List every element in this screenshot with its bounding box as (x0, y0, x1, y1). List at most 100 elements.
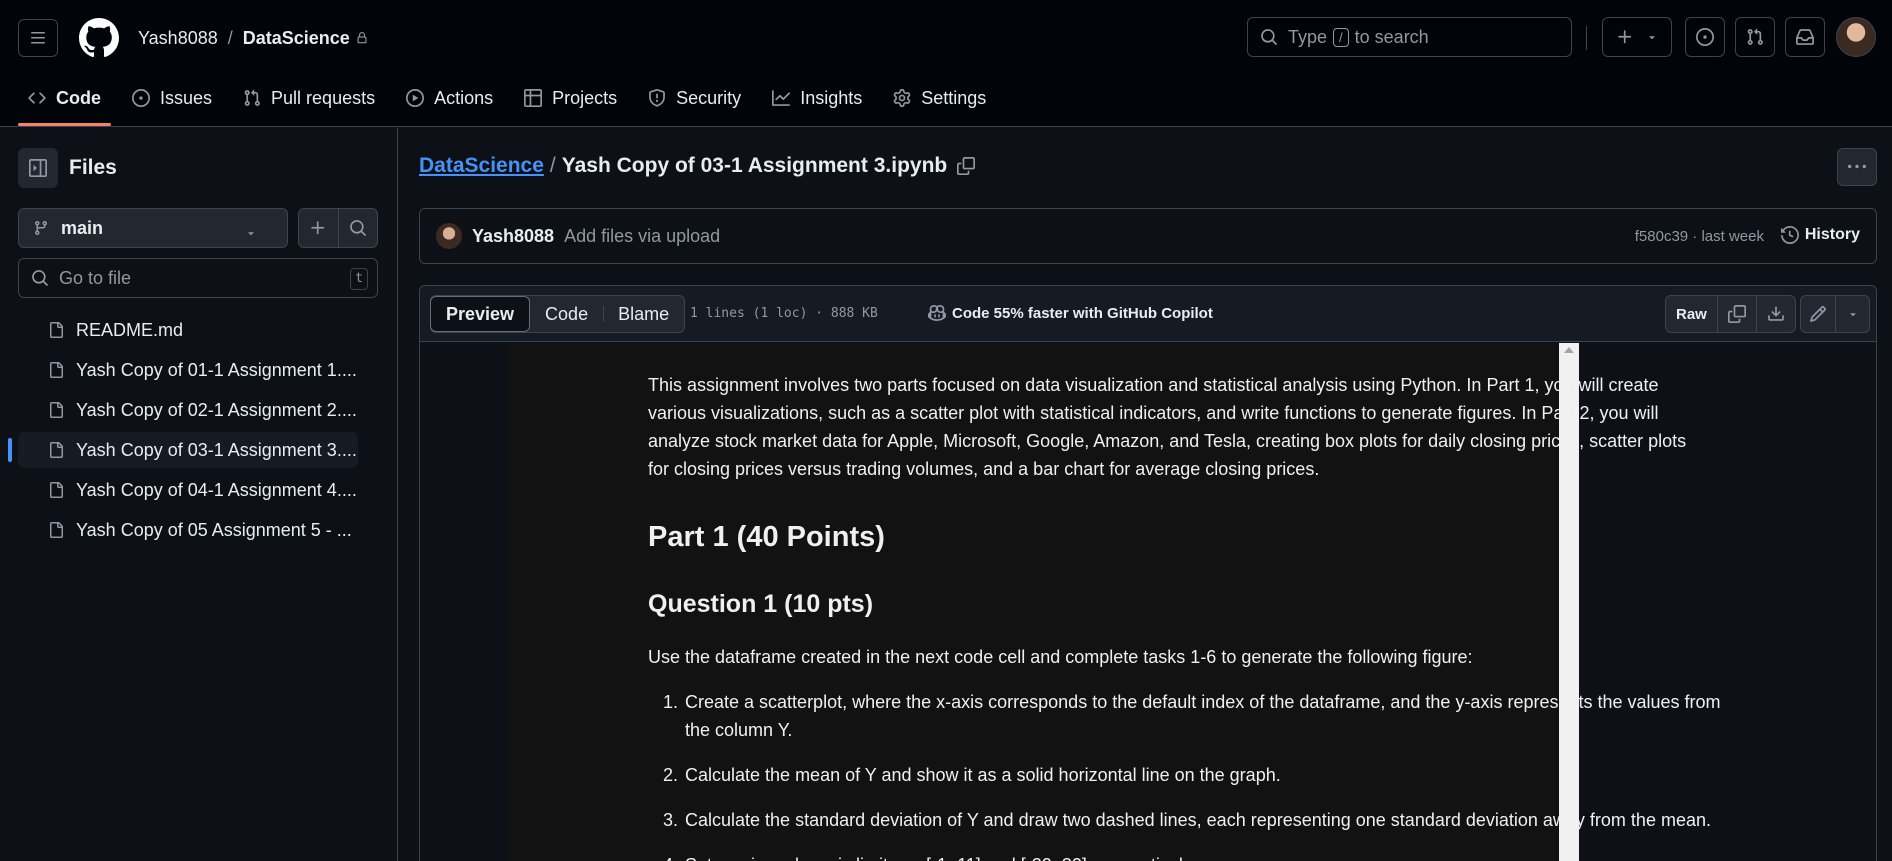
sidebar-action-group (298, 208, 378, 248)
search-icon (31, 269, 49, 287)
commit-sha-time[interactable]: f580c39 · last week (1635, 228, 1764, 245)
kebab-horizontal-icon (1848, 158, 1866, 176)
notebook-content: This assignment involves two parts focus… (648, 371, 1728, 861)
notebook-task-item: Create a scatterplot, where the x-axis c… (683, 688, 1728, 744)
raw-button[interactable]: Raw (1666, 296, 1717, 332)
edit-options-button[interactable] (1835, 296, 1869, 332)
notebook-task-list: Create a scatterplot, where the x-axis c… (648, 688, 1728, 861)
download-icon (1767, 305, 1785, 323)
branch-selector[interactable]: main (18, 208, 288, 248)
tab-insights-label: Insights (800, 87, 863, 108)
add-file-button[interactable] (299, 209, 338, 247)
file-tree-item[interactable]: Yash Copy of 05 Assignment 5 - ... (18, 512, 358, 548)
commit-message[interactable]: Add files via upload (564, 226, 720, 247)
file-tree-item[interactable]: Yash Copy of 02-1 Assignment 2.... (18, 392, 358, 428)
github-logo[interactable] (79, 18, 119, 58)
file-tree-item-label: Yash Copy of 01-1 Assignment 1.... (76, 359, 357, 380)
latest-commit-bar: Yash8088 Add files via upload f580c39 · … (419, 208, 1877, 264)
file-tree-item[interactable]: Yash Copy of 04-1 Assignment 4.... (18, 472, 358, 508)
breadcrumb-separator: / (227, 27, 233, 48)
edit-file-button[interactable] (1801, 296, 1835, 332)
global-search-input[interactable]: Type / to search (1247, 17, 1572, 57)
view-preview-button[interactable]: Preview (430, 296, 531, 332)
pencil-icon (1809, 305, 1827, 323)
tab-security[interactable]: Security (638, 80, 751, 116)
path-separator: / (549, 154, 556, 177)
path-repo-link[interactable]: DataScience (419, 154, 544, 178)
repo-name-link[interactable]: DataScience (243, 28, 350, 49)
menu-button[interactable] (18, 19, 58, 57)
user-avatar[interactable] (1836, 17, 1876, 57)
copy-icon[interactable] (957, 157, 976, 175)
shield-icon (648, 89, 666, 107)
inbox-button[interactable] (1785, 17, 1825, 57)
tab-security-label: Security (676, 87, 742, 108)
file-tree-item-label: README.md (76, 319, 184, 340)
search-icon (1260, 28, 1278, 46)
tab-pull-requests[interactable]: Pull requests (233, 80, 385, 116)
file-tree-item[interactable]: Yash Copy of 01-1 Assignment 1.... (18, 352, 358, 388)
file-viewer-header: Preview Code Blame 1 lines (1 loc) · 888… (420, 286, 1876, 342)
sidebar-collapse-icon (29, 159, 47, 177)
search-placeholder-suffix: to search (1354, 26, 1429, 47)
graph-icon (772, 89, 791, 107)
notebook-lead-paragraph: Use the dataframe created in the next co… (648, 647, 1473, 667)
pull-requests-button[interactable] (1735, 17, 1775, 57)
view-code-button[interactable]: Code (530, 296, 603, 332)
notebook-preview-area: This assignment involves two parts focus… (420, 343, 1876, 861)
notebook-task-item: Calculate the mean of Y and show it as a… (683, 761, 1728, 789)
menu-icon (29, 30, 47, 46)
tab-issues[interactable]: Issues (122, 80, 222, 116)
issues-button[interactable] (1685, 17, 1725, 57)
plus-icon (309, 219, 327, 237)
history-icon (1780, 226, 1799, 244)
view-blame-button[interactable]: Blame (603, 296, 684, 332)
edit-actions-group (1800, 295, 1870, 333)
triangle-down-icon (245, 227, 257, 239)
copilot-promo-link[interactable]: Code 55% faster with GitHub Copilot (928, 304, 1213, 322)
triangle-down-icon (1646, 31, 1658, 43)
tab-insights[interactable]: Insights (762, 80, 872, 116)
copy-icon (1727, 305, 1746, 323)
file-icon (48, 321, 64, 339)
tab-projects-label: Projects (552, 87, 618, 108)
history-button[interactable]: History (1780, 226, 1860, 244)
tab-code-label: Code (56, 87, 101, 108)
collapse-sidebar-button[interactable] (18, 148, 58, 188)
tab-code[interactable]: Code (18, 80, 111, 126)
file-icon (48, 441, 64, 459)
branch-name: main (61, 217, 104, 238)
repo-breadcrumb: Yash8088 / DataScience (138, 26, 368, 50)
download-raw-button[interactable] (1755, 296, 1795, 332)
repo-owner-link[interactable]: Yash8088 (138, 28, 218, 49)
notebook-intro-paragraph: This assignment involves two parts focus… (648, 375, 1687, 479)
code-icon (28, 89, 46, 107)
copy-raw-button[interactable] (1716, 296, 1756, 332)
more-options-button[interactable] (1837, 148, 1877, 186)
file-tree: README.md Yash Copy of 01-1 Assignment 1… (8, 312, 358, 552)
tab-settings[interactable]: Settings (883, 80, 996, 116)
go-to-file-input[interactable]: Go to file t (18, 258, 378, 298)
create-new-button[interactable] (1602, 17, 1672, 57)
tab-issues-label: Issues (160, 87, 213, 108)
view-mode-switch: Preview Code Blame (430, 295, 686, 333)
tab-projects[interactable]: Projects (514, 80, 627, 116)
history-label: History (1804, 226, 1860, 243)
git-branch-icon (33, 220, 49, 236)
gear-icon (893, 89, 911, 107)
commit-author[interactable]: Yash8088 (472, 226, 554, 247)
search-icon (349, 219, 367, 237)
tab-actions[interactable]: Actions (396, 80, 503, 116)
play-icon (406, 89, 425, 107)
file-tree-item-selected[interactable]: Yash Copy of 03-1 Assignment 3.... (8, 432, 358, 468)
commit-author-avatar[interactable] (436, 223, 462, 249)
scroll-up-arrow[interactable] (1564, 347, 1574, 353)
file-tree-item-label: Yash Copy of 03-1 Assignment 3.... (76, 439, 357, 460)
git-pull-request-icon (243, 89, 261, 107)
file-tree-item[interactable]: README.md (18, 312, 358, 348)
file-tree-item-label: Yash Copy of 04-1 Assignment 4.... (76, 479, 357, 500)
global-header: Yash8088 / DataScience Type / to search (0, 0, 1892, 127)
issue-opened-icon (132, 89, 150, 107)
search-files-button[interactable] (337, 209, 377, 247)
file-view: DataScience / Yash Copy of 03-1 Assignme… (399, 128, 1892, 861)
